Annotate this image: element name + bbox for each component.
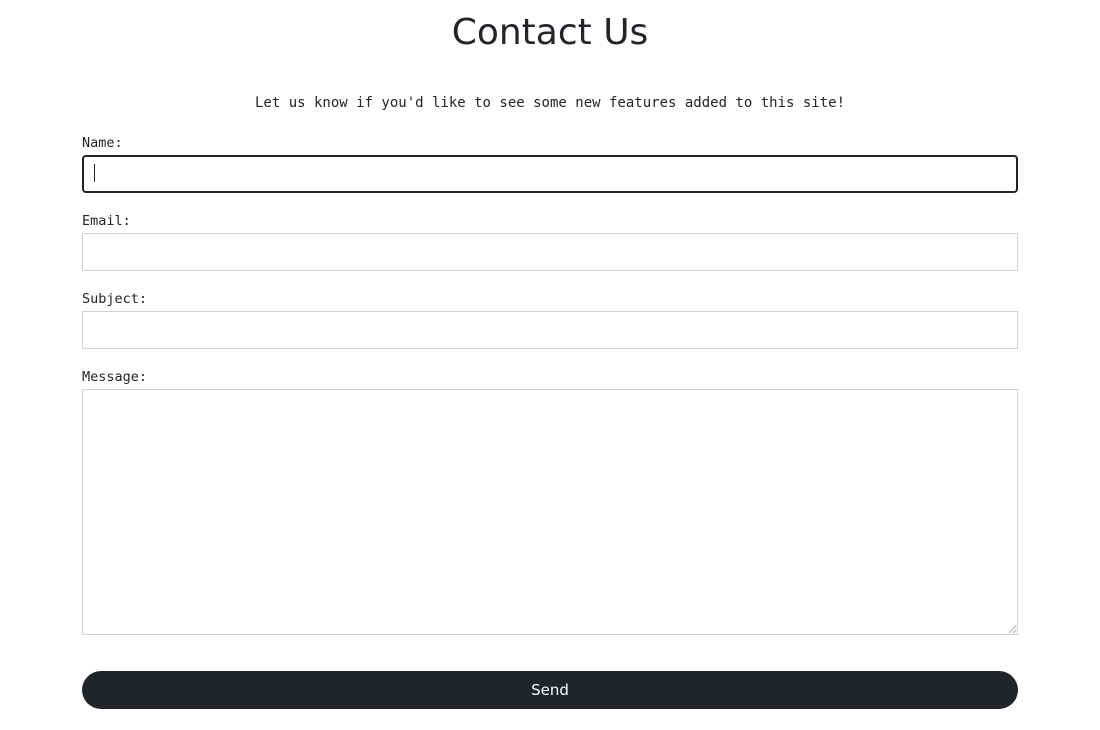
subject-label: Subject: [82, 291, 148, 307]
message-field-group: Message: [82, 368, 1018, 635]
intro-text: Let us know if you'd like to see some ne… [254, 95, 845, 111]
name-label: Name: [82, 135, 123, 151]
message-textarea[interactable] [82, 389, 1018, 635]
email-label: Email: [82, 213, 131, 229]
name-field-group: Name: [82, 134, 1018, 193]
email-input[interactable] [82, 233, 1018, 271]
subject-input[interactable] [82, 311, 1018, 349]
send-button[interactable]: Send [82, 671, 1018, 709]
message-field-wrapper [82, 389, 1018, 635]
resize-handle-icon[interactable] [1009, 626, 1016, 633]
name-input[interactable] [82, 155, 1018, 193]
contact-form: Name: Email: Subject: Message: [82, 134, 1018, 654]
name-field-wrapper [82, 155, 1018, 193]
text-caret [94, 164, 95, 182]
subject-field-group: Subject: [82, 290, 1018, 349]
email-field-group: Email: [82, 212, 1018, 271]
message-label: Message: [82, 369, 148, 385]
page-title: Contact Us [451, 12, 649, 53]
